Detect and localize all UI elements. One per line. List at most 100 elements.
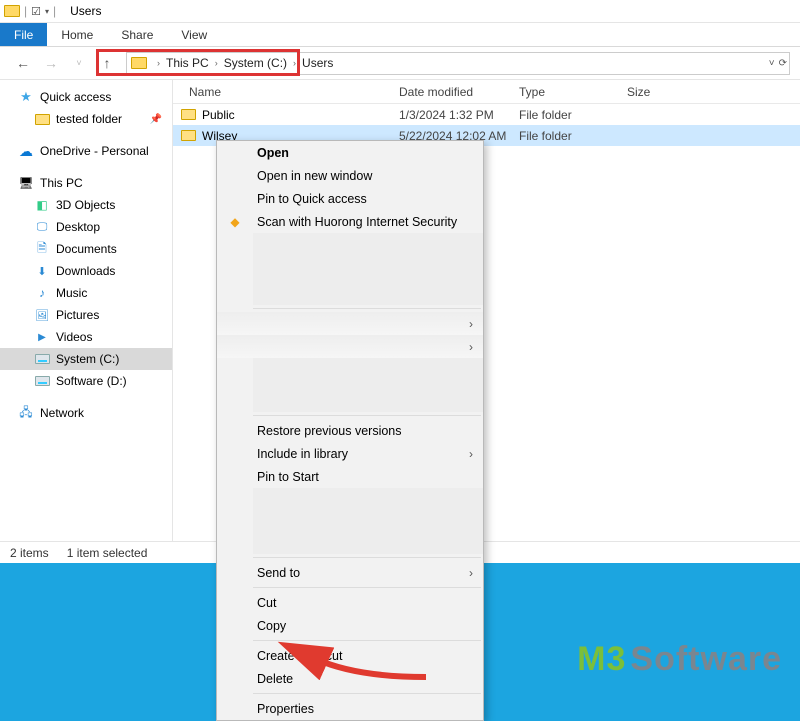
chevron-right-icon: ›	[469, 566, 473, 580]
desktop-icon	[34, 220, 50, 234]
column-name[interactable]: Name	[173, 85, 399, 99]
menu-item-create-shortcut[interactable]: Create shortcut	[217, 644, 483, 667]
tab-home[interactable]: Home	[47, 23, 107, 46]
sidebar-item-documents[interactable]: Documents	[0, 238, 172, 260]
crumb-this-pc[interactable]: This PC	[166, 56, 209, 70]
documents-icon	[34, 242, 50, 256]
downloads-icon	[34, 264, 50, 278]
sidebar-item-label: Quick access	[40, 90, 111, 104]
menu-item-open-new-window[interactable]: Open in new window	[217, 164, 483, 187]
sidebar-item-label: Software (D:)	[56, 374, 127, 388]
context-menu: Open Open in new window Pin to Quick acc…	[216, 140, 484, 721]
sidebar-item-label: Documents	[56, 242, 117, 256]
status-selected-count: 1 item selected	[67, 546, 148, 560]
huorong-icon	[227, 214, 243, 230]
sidebar-item-desktop[interactable]: Desktop	[0, 216, 172, 238]
folder-icon	[4, 5, 20, 17]
sidebar-item-label: Desktop	[56, 220, 100, 234]
tab-share[interactable]: Share	[107, 23, 167, 46]
ribbon-tabs: File Home Share View	[0, 23, 800, 47]
up-button[interactable]: ↑	[98, 54, 116, 72]
menu-item-cut[interactable]: Cut	[217, 591, 483, 614]
menu-item-pin-quick-access[interactable]: Pin to Quick access	[217, 187, 483, 210]
sidebar-item-network[interactable]: Network	[0, 402, 172, 424]
drive-icon	[35, 354, 50, 364]
menu-item-copy[interactable]: Copy	[217, 614, 483, 637]
blurred-submenu-item[interactable]: hidden›	[217, 335, 483, 358]
crumb-folder[interactable]: Users	[302, 56, 333, 70]
tab-file[interactable]: File	[0, 23, 47, 46]
dropdown-icon[interactable]: ▾	[45, 7, 49, 16]
chevron-right-icon[interactable]: ›	[287, 58, 302, 68]
sidebar-item-label: tested folder	[56, 112, 122, 126]
sidebar-item-software-d[interactable]: Software (D:)	[0, 370, 172, 392]
blurred-submenu-item[interactable]: hidden›	[217, 312, 483, 335]
column-size[interactable]: Size	[627, 85, 800, 99]
sidebar-item-downloads[interactable]: Downloads	[0, 260, 172, 282]
sidebar-item-label: Videos	[56, 330, 92, 344]
sidebar-item-pictures[interactable]: Pictures	[0, 304, 172, 326]
status-item-count: 2 items	[10, 546, 49, 560]
chevron-right-icon[interactable]: ›	[209, 58, 224, 68]
menu-item-include-library[interactable]: Include in library›	[217, 442, 483, 465]
menu-separator	[253, 557, 481, 558]
refresh-icon[interactable]: ⟳	[779, 58, 787, 69]
menu-separator	[253, 693, 481, 694]
sidebar-item-quick-access[interactable]: Quick access	[0, 86, 172, 108]
sidebar-item-videos[interactable]: Videos	[0, 326, 172, 348]
chevron-right-icon: ›	[469, 340, 473, 354]
forward-button[interactable]: →	[42, 54, 60, 72]
menu-item-restore-versions[interactable]: Restore previous versions	[217, 419, 483, 442]
sidebar-item-system-c[interactable]: System (C:)	[0, 348, 172, 370]
address-bar[interactable]: › This PC › System (C:) › Users ˅ ⟳	[126, 52, 790, 75]
pictures-icon	[34, 308, 50, 322]
menu-separator	[253, 415, 481, 416]
column-headers[interactable]: Name Date modified Type Size	[173, 80, 800, 104]
blurred-menu-area	[253, 488, 483, 554]
sidebar-item-label: Pictures	[56, 308, 99, 322]
menu-item-properties[interactable]: Properties	[217, 697, 483, 720]
recent-dropdown[interactable]: ˅	[70, 54, 88, 72]
chevron-right-icon: ›	[469, 447, 473, 461]
sidebar-item-onedrive[interactable]: OneDrive - Personal	[0, 140, 172, 162]
chevron-right-icon[interactable]: ›	[151, 58, 166, 68]
menu-item-pin-start[interactable]: Pin to Start	[217, 465, 483, 488]
sidebar-item-tested-folder[interactable]: tested folder 📌	[0, 108, 172, 130]
table-row[interactable]: Public 1/3/2024 1:32 PM File folder	[173, 104, 800, 125]
tab-view[interactable]: View	[167, 23, 221, 46]
separator: |	[53, 4, 56, 18]
navigation-pane: Quick access tested folder 📌 OneDrive - …	[0, 80, 173, 541]
crumb-drive[interactable]: System (C:)	[224, 56, 287, 70]
menu-separator	[253, 308, 481, 309]
sidebar-item-label: 3D Objects	[56, 198, 115, 212]
watermark: M3 Software	[577, 640, 782, 679]
back-button[interactable]: ←	[14, 54, 32, 72]
menu-item-open[interactable]: Open	[217, 141, 483, 164]
menu-item-delete[interactable]: Delete	[217, 667, 483, 690]
file-name: Public	[202, 108, 235, 122]
column-date[interactable]: Date modified	[399, 85, 519, 99]
check-icon[interactable]: ☑	[31, 5, 41, 18]
sidebar-item-this-pc[interactable]: This PC	[0, 172, 172, 194]
blurred-menu-area	[253, 358, 483, 412]
folder-icon	[181, 109, 196, 120]
sidebar-item-label: Network	[40, 406, 84, 420]
onedrive-icon	[18, 144, 34, 158]
menu-separator	[253, 640, 481, 641]
folder-icon	[131, 57, 147, 69]
dropdown-icon[interactable]: ˅	[769, 58, 775, 69]
breadcrumb[interactable]: › This PC › System (C:) › Users	[151, 56, 333, 70]
pc-icon	[18, 176, 34, 190]
sidebar-item-label: OneDrive - Personal	[40, 144, 149, 158]
sidebar-item-3d-objects[interactable]: 3D Objects	[0, 194, 172, 216]
sidebar-item-music[interactable]: Music	[0, 282, 172, 304]
quick-access-toolbar: | ☑ ▾ |	[4, 4, 56, 18]
sidebar-item-label: Music	[56, 286, 87, 300]
chevron-right-icon: ›	[469, 317, 473, 331]
sidebar-item-label: This PC	[40, 176, 83, 190]
menu-item-send-to[interactable]: Send to›	[217, 561, 483, 584]
window-title: Users	[70, 4, 101, 18]
watermark-text: Software	[630, 640, 782, 679]
menu-item-scan-huorong[interactable]: Scan with Huorong Internet Security	[217, 210, 483, 233]
column-type[interactable]: Type	[519, 85, 627, 99]
